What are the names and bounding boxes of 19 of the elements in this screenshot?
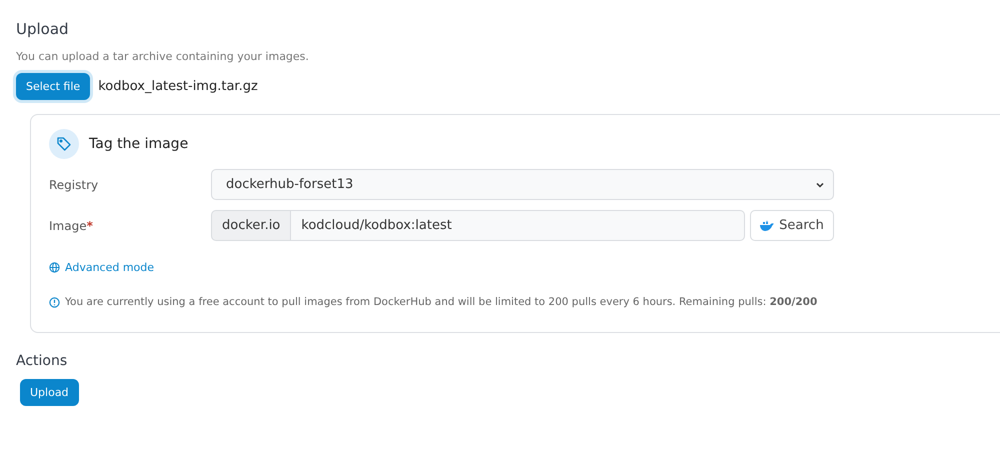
card-title: Tag the image [89,136,188,152]
advanced-mode-link[interactable]: Advanced mode [49,261,154,274]
select-file-button[interactable]: Select file [16,73,90,100]
section-title: Upload [16,20,70,38]
registry-prefix: docker.io [211,210,292,241]
upload-button[interactable]: Upload [20,379,79,406]
notice-text: You are currently using a free account to pull images from DockerHub and will be limited to 200 pulls every 6 hours. Remaining pulls: 200/200 [65,296,818,308]
field-label: Image* [49,218,94,232]
description: You can upload a tar archive containing your images. [16,50,310,63]
field-label: Registry [49,178,100,192]
search-button[interactable]: Search [750,210,834,241]
image-field[interactable]: kodcloud/kodbox:latest [291,210,745,241]
registry-select[interactable]: dockerhub-forset13 [211,169,834,200]
file-name: kodbox_latest-img.tar.gz [98,79,258,94]
globe-icon [49,262,60,273]
info-icon [49,296,60,308]
section-title: Actions [16,353,68,369]
whale-icon [760,220,774,230]
tag-icon [49,129,79,159]
